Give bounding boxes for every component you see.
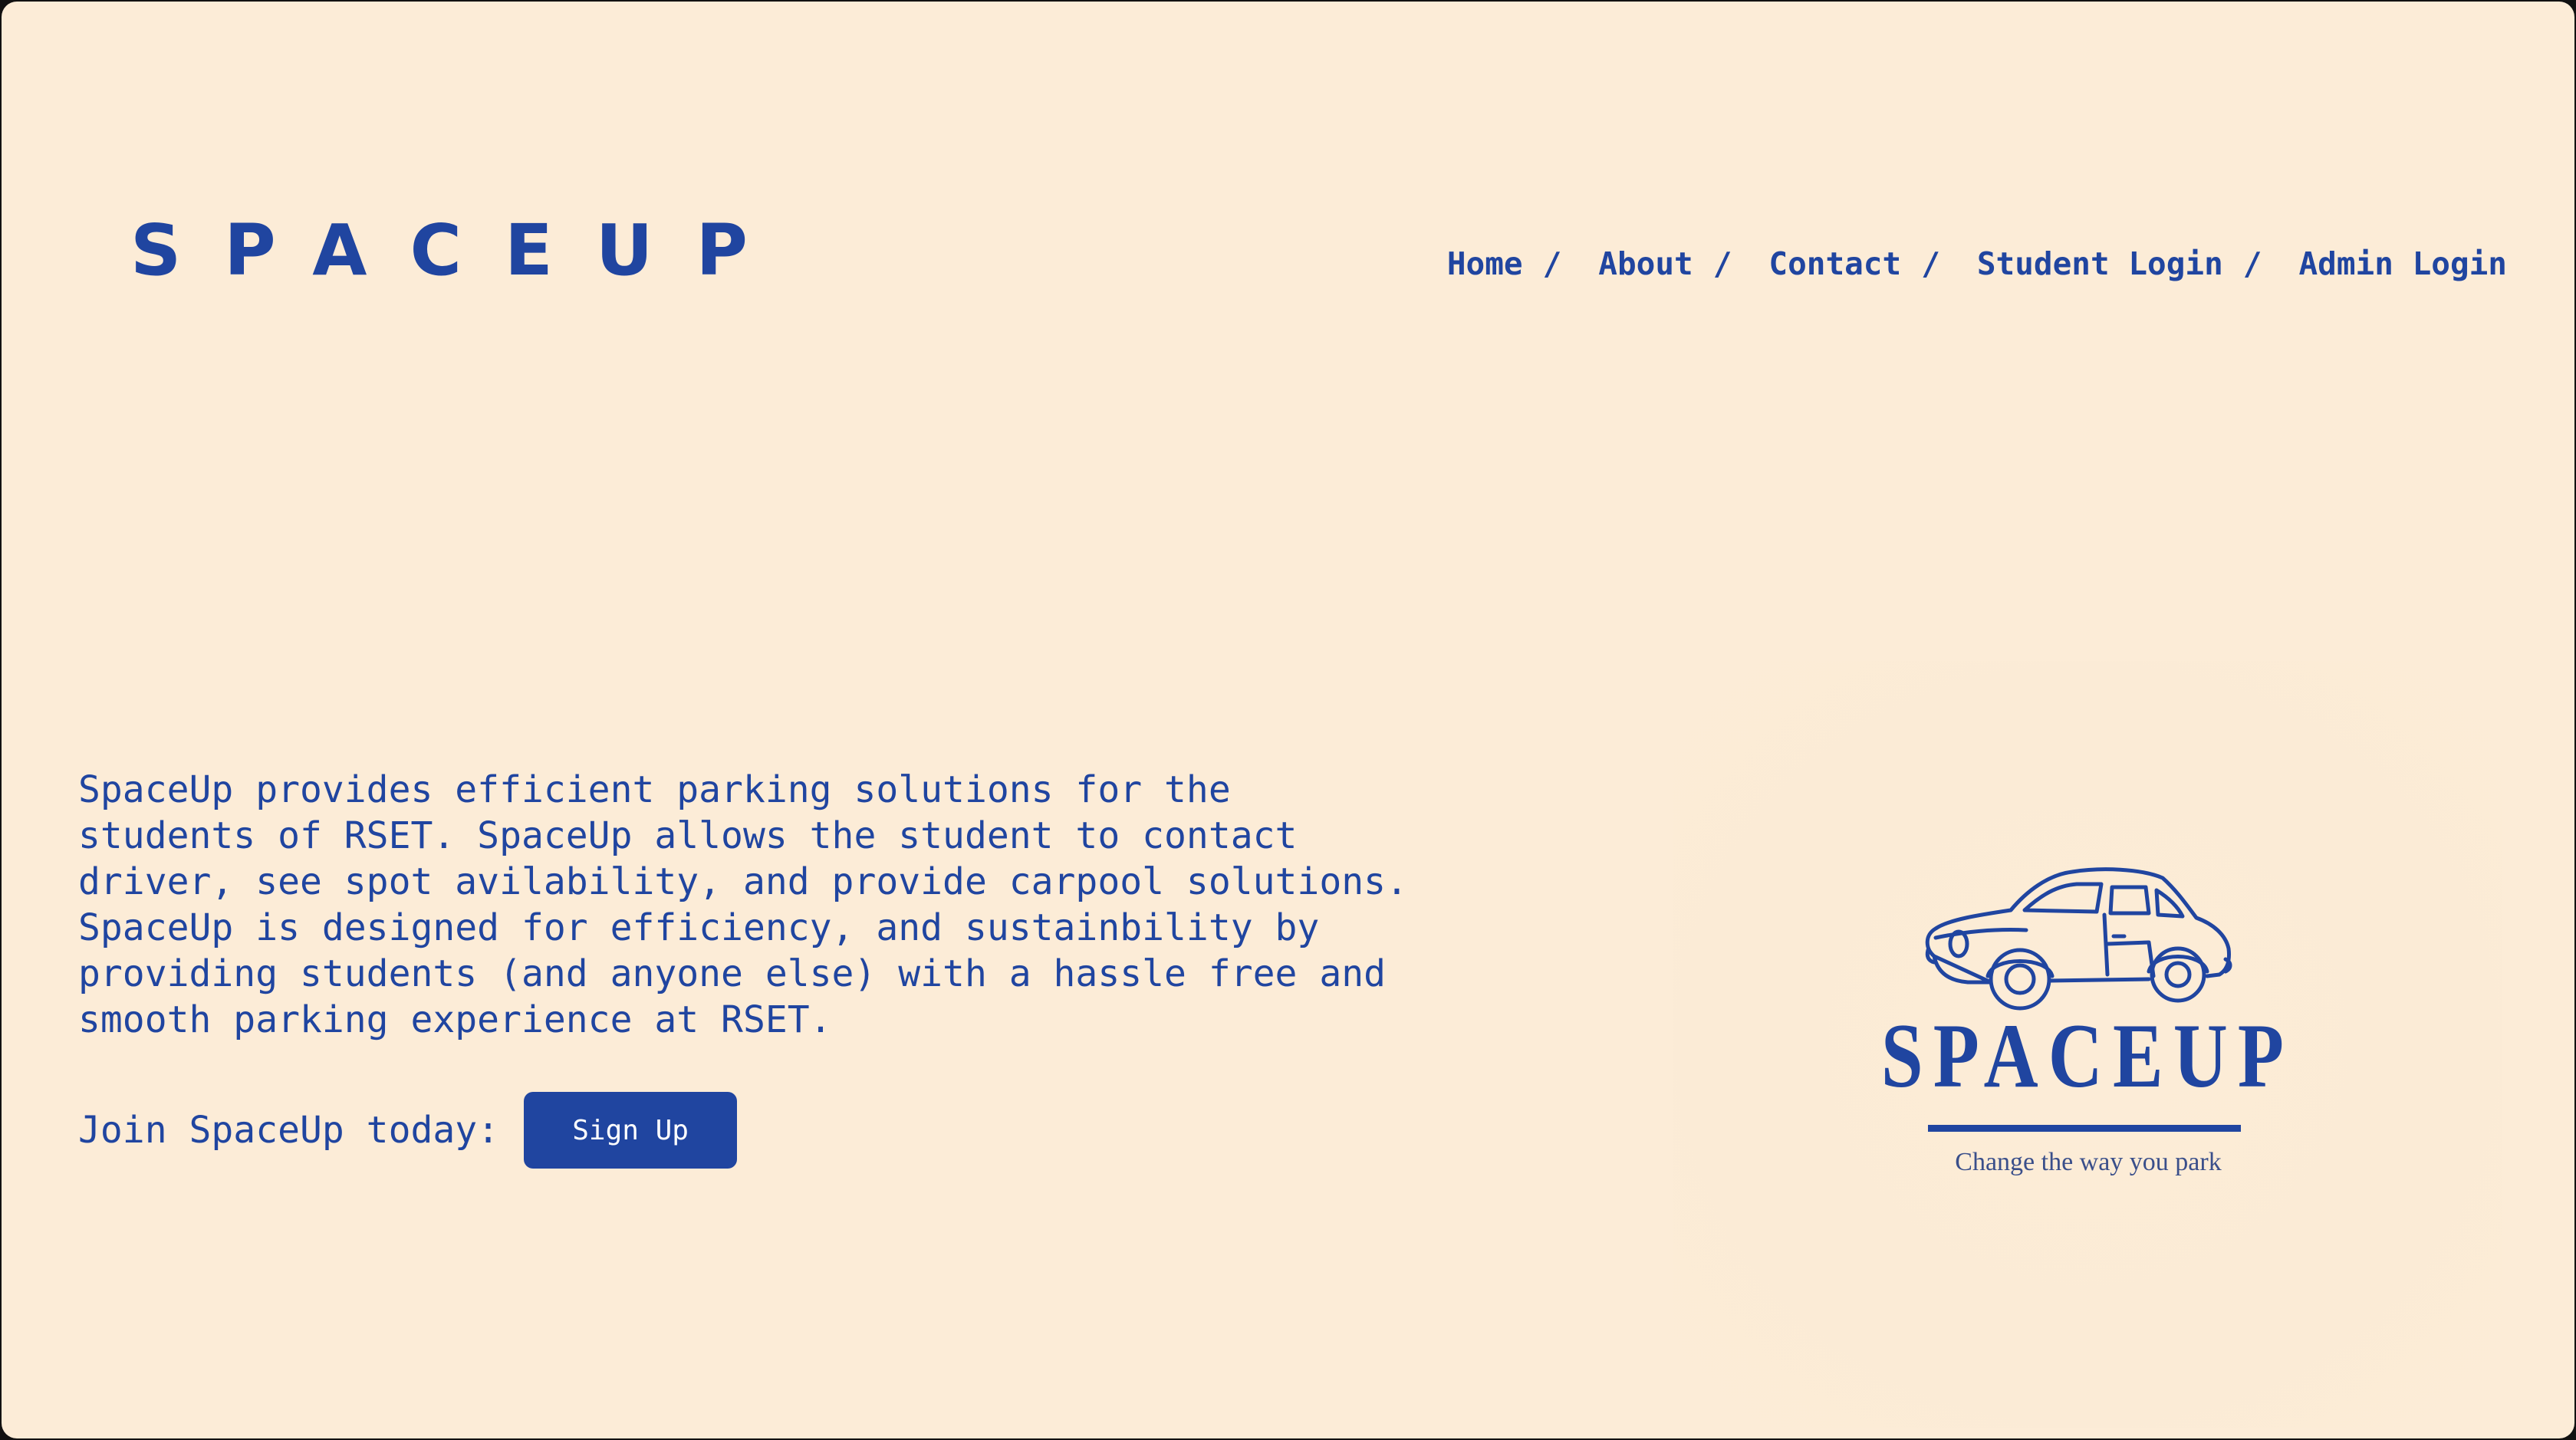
nav-contact-link[interactable]: Contact <box>1768 241 1901 287</box>
site-title: SPACEUP <box>130 209 791 291</box>
nav-separator: / <box>1712 245 1732 282</box>
join-row: Join SpaceUp today: Sign Up <box>78 1092 738 1169</box>
nav-about-link[interactable]: About <box>1598 241 1693 287</box>
nav-separator: / <box>1921 245 1940 282</box>
top-nav: Home / About / Contact / Student Login /… <box>1447 241 2507 287</box>
landing-page: SPACEUP Home / About / Contact / Student… <box>2 2 2574 1438</box>
logo-divider <box>1928 1125 2241 1132</box>
car-icon <box>1925 867 2232 1011</box>
nav-separator: / <box>2242 245 2262 282</box>
hero-description: SpaceUp provides efficient parking solut… <box>78 768 1408 1041</box>
spaceup-logo: SPACEUP Change the way you park <box>1673 661 2502 1428</box>
nav-student-login-link[interactable]: Student Login <box>1977 241 2223 287</box>
logo-wordmark: SPACEUP <box>1880 1004 2295 1106</box>
join-label: Join SpaceUp today: <box>78 1109 500 1152</box>
logo-tagline: Change the way you park <box>1955 1148 2222 1176</box>
nav-home-link[interactable]: Home <box>1447 241 1523 287</box>
nav-separator: / <box>1542 245 1562 282</box>
sign-up-button[interactable]: Sign Up <box>524 1092 738 1169</box>
nav-admin-login-link[interactable]: Admin Login <box>2298 241 2507 287</box>
